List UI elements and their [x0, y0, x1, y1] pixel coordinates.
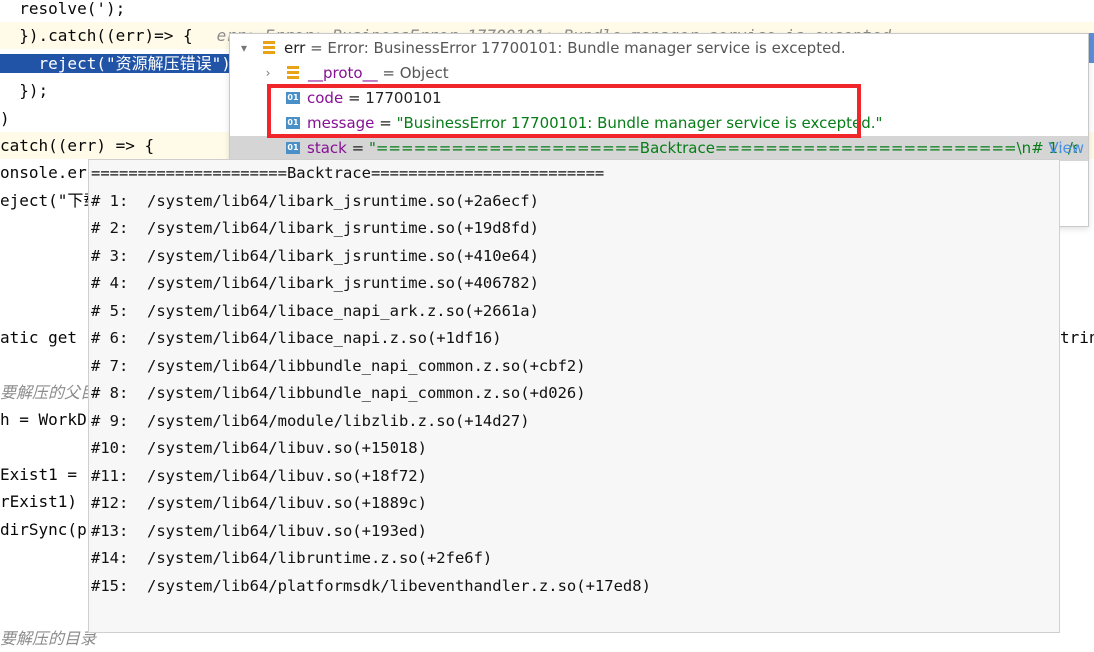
code-text: rExist1) — [0, 492, 78, 512]
backtrace-frame: # 8: /system/lib64/libbundle_napi_common… — [91, 384, 586, 402]
var-name: stack — [307, 139, 347, 157]
code-text: reject("资源解压错误") — [0, 53, 237, 73]
code-text: ) — [0, 108, 10, 128]
code-text: dirSync(p — [0, 519, 87, 539]
var-name: __proto__ — [308, 64, 378, 82]
view-link[interactable]: View — [1048, 136, 1084, 161]
object-icon — [287, 66, 299, 80]
code-text: eject("下载 — [0, 190, 100, 210]
backtrace-frame: # 5: /system/lib64/libace_napi_ark.z.so(… — [91, 301, 539, 320]
backtrace-frame: #12: /system/lib64/libuv.so(+1889c) — [91, 494, 427, 512]
backtrace-frame: # 2: /system/lib64/libark_jsruntime.so(+… — [91, 219, 539, 237]
code-text: }).catch((err)=> { — [0, 26, 193, 46]
backtrace-frame: # 6: /system/lib64/libace_napi.z.so(+1df… — [91, 329, 502, 347]
object-icon — [263, 41, 275, 55]
backtrace-tooltip: =====================Backtrace==========… — [88, 159, 1060, 633]
var-name: err — [284, 39, 306, 57]
expand-arrow-icon[interactable]: › — [262, 61, 274, 86]
backtrace-frame: # 4: /system/lib64/libark_jsruntime.so(+… — [91, 274, 539, 292]
code-text: }); — [0, 81, 49, 101]
field-icon: 01 — [286, 142, 300, 154]
var-row-stack[interactable]: 01 stack = "=====================Backtra… — [230, 136, 1088, 161]
backtrace-header: =====================Backtrace==========… — [91, 164, 605, 182]
code-text: atic get — [0, 327, 78, 347]
backtrace-frame: # 1: /system/lib64/libark_jsruntime.so(+… — [91, 191, 539, 210]
var-value: = Error: BusinessError 17700101: Bundle … — [310, 39, 846, 57]
collapse-arrow-icon[interactable]: ▾ — [238, 36, 250, 61]
code-text-right: trin — [1060, 327, 1094, 347]
backtrace-frame: #14: /system/lib64/libruntime.z.so(+2fe6… — [91, 549, 493, 567]
var-value: = Object — [382, 64, 449, 82]
code-text: 要解压的父目 — [0, 382, 97, 402]
backtrace-frame: # 9: /system/lib64/module/libzlib.z.so(+… — [91, 411, 530, 430]
code-text: Exist1 = — [0, 464, 78, 484]
code-text: h = WorkD — [0, 410, 87, 429]
var-eq: = — [351, 139, 365, 157]
backtrace-frame: # 3: /system/lib64/libark_jsruntime.so(+… — [91, 246, 539, 265]
code-line: resolve('); — [0, 0, 1094, 22]
backtrace-frame: #11: /system/lib64/libuv.so(+18f72) — [91, 466, 427, 485]
code-text: catch((err) => { — [0, 136, 155, 155]
code-text: 要解压的目录 — [0, 629, 97, 649]
backtrace-frame: #13: /system/lib64/libuv.so(+193ed) — [91, 521, 427, 540]
backtrace-frame: #15: /system/lib64/platformsdk/libeventh… — [91, 576, 651, 595]
backtrace-frame: # 7: /system/lib64/libbundle_napi_common… — [91, 356, 586, 375]
var-row-proto[interactable]: › __proto__ = Object — [230, 61, 1088, 86]
backtrace-frame: #10: /system/lib64/libuv.so(+15018) — [91, 439, 427, 457]
code-text: resolve('); — [0, 0, 126, 18]
annotation-highlight-box — [267, 84, 861, 138]
var-row-err[interactable]: ▾ err = Error: BusinessError 17700101: B… — [230, 36, 1088, 61]
var-value: "=====================Backtrace=========… — [368, 139, 1077, 157]
